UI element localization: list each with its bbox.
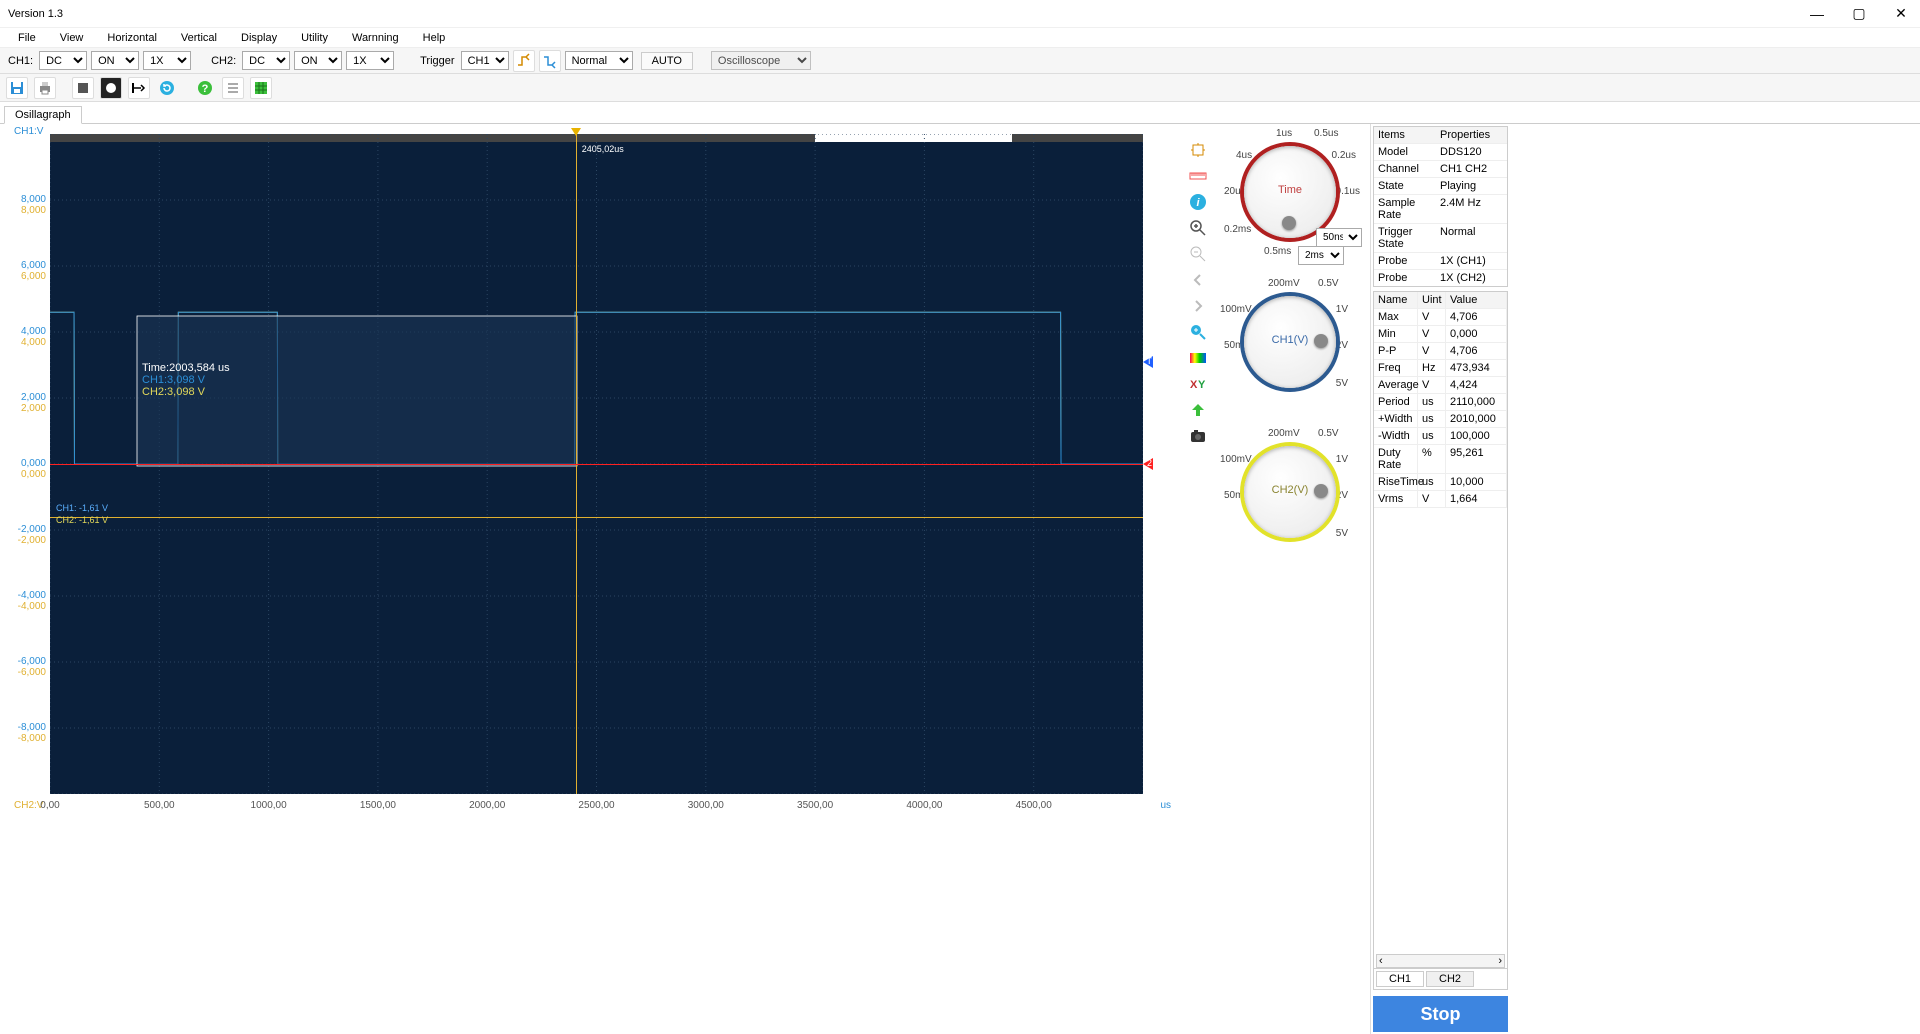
tab-strip: Osillagraph <box>0 102 1920 124</box>
ch2-label: CH2: <box>209 55 238 67</box>
ch2-dial-box: 200mV 0.5V 100mV 1V 50mV 2V 5V CH2(V) <box>1218 428 1362 572</box>
ch1-dial[interactable]: CH1(V) <box>1244 296 1336 388</box>
zoom-in-icon[interactable] <box>1188 218 1208 238</box>
save-icon[interactable] <box>6 77 28 99</box>
menu-display[interactable]: Display <box>229 30 289 46</box>
menu-vertical[interactable]: Vertical <box>169 30 229 46</box>
close-icon[interactable]: ✕ <box>1894 7 1908 21</box>
print-icon[interactable] <box>34 77 56 99</box>
measurements-table: Name Uint Value MaxV4,706MinV0,000P-PV4,… <box>1373 291 1508 990</box>
plot-area[interactable]: Time:2003,584 us CH1:3,098 V CH2:3,098 V… <box>50 134 1143 794</box>
trigger-level-marker[interactable]: 2 <box>50 464 1143 465</box>
svg-text:X: X <box>1190 379 1198 391</box>
menu-warning[interactable]: Warnning <box>340 30 411 46</box>
h-cursor[interactable] <box>50 517 1143 518</box>
ruler-icon[interactable] <box>1188 166 1208 186</box>
stop-button[interactable]: Stop <box>1373 996 1508 1032</box>
time-dial[interactable]: Time <box>1244 146 1336 238</box>
titlebar: Version 1.3 — ▢ ✕ <box>0 0 1920 28</box>
icon-toolbar: ? <box>0 74 1920 102</box>
camera-icon[interactable] <box>1188 426 1208 446</box>
ch1-label: CH1: <box>6 55 35 67</box>
menubar: File View Horizontal Vertical Display Ut… <box>0 28 1920 48</box>
svg-text:?: ? <box>202 83 209 95</box>
properties-table: ItemsProperties ModelDDS120ChannelCH1 CH… <box>1373 126 1508 287</box>
ch2-dial[interactable]: CH2(V) <box>1244 446 1336 538</box>
x-unit: us <box>1160 800 1171 811</box>
maximize-icon[interactable]: ▢ <box>1852 7 1866 21</box>
ch2-enable-select[interactable]: ON <box>294 51 342 70</box>
menu-help[interactable]: Help <box>411 30 458 46</box>
export-icon[interactable] <box>1188 400 1208 420</box>
stop-square-icon[interactable] <box>72 77 94 99</box>
xy-mode-icon[interactable]: XY <box>1188 374 1208 394</box>
meas-hscroll[interactable]: ‹› <box>1376 954 1505 968</box>
menu-horizontal[interactable]: Horizontal <box>95 30 169 46</box>
tab-oscillograph[interactable]: Osillagraph <box>4 106 82 124</box>
zoom-out-icon[interactable] <box>1188 244 1208 264</box>
record-icon[interactable] <box>100 77 122 99</box>
time-dial-box: 1us 0.5us 4us 0.2us 20us 0.1us 0.2ms 0.5… <box>1218 128 1362 272</box>
time-sel2[interactable]: 2ms <box>1298 246 1344 265</box>
device-select[interactable]: Oscilloscope <box>711 51 811 70</box>
trigger-source-select[interactable]: CH1 <box>461 51 509 70</box>
help-icon[interactable]: ? <box>194 77 216 99</box>
trigger-label: Trigger <box>418 55 456 67</box>
dial-panel: 1us 0.5us 4us 0.2us 20us 0.1us 0.2ms 0.5… <box>1210 124 1370 1034</box>
trigger-mode-select[interactable]: Normal <box>565 51 633 70</box>
ch2-axis-label: CH2:V <box>14 800 43 1034</box>
refresh-icon[interactable] <box>156 77 178 99</box>
meas-tab-ch2[interactable]: CH2 <box>1426 971 1474 987</box>
main-area: CH1:V CH2:V 8,000 8,000 6,000 6,000 4,00… <box>0 124 1920 1034</box>
ch1-enable-select[interactable]: ON <box>91 51 139 70</box>
info-icon[interactable]: i <box>1188 192 1208 212</box>
ch2-probe-select[interactable]: 1X <box>346 51 394 70</box>
minimize-icon[interactable]: — <box>1810 7 1824 21</box>
cursor-marker-icon <box>571 128 581 136</box>
time-sel1[interactable]: 50ns <box>1316 228 1362 247</box>
trigger-direction-icon[interactable] <box>128 77 150 99</box>
graph-panel: CH1:V CH2:V 8,000 8,000 6,000 6,000 4,00… <box>0 124 1186 1034</box>
zoom-reset-icon[interactable] <box>1188 322 1208 342</box>
menu-view[interactable]: View <box>48 30 96 46</box>
cursor-tooltip: Time:2003,584 us CH1:3,098 V CH2:3,098 V <box>142 362 230 398</box>
info-panel: ItemsProperties ModelDDS120ChannelCH1 CH… <box>1370 124 1510 1034</box>
trigger-edge-fall-icon[interactable] <box>539 50 561 72</box>
palette-icon[interactable] <box>1188 348 1208 368</box>
side-toolbar: i XY <box>1186 124 1210 1034</box>
ch2-coupling-select[interactable]: DC <box>242 51 290 70</box>
grid-icon[interactable] <box>250 77 272 99</box>
ch1-probe-select[interactable]: 1X <box>143 51 191 70</box>
x-ticks: 0,00 500,00 1000,00 1500,00 2000,00 2500… <box>50 800 1143 816</box>
menu-file[interactable]: File <box>6 30 48 46</box>
y-ticks: 8,000 8,000 6,000 6,000 4,000 4,000 2,00… <box>14 134 48 794</box>
fit-icon[interactable] <box>1188 140 1208 160</box>
list-icon[interactable] <box>222 77 244 99</box>
window-title: Version 1.3 <box>4 8 63 20</box>
ch1-dial-box: 200mV 0.5V 100mV 1V 50mV 2V 5V CH1(V) <box>1218 278 1362 422</box>
back-icon[interactable] <box>1188 270 1208 290</box>
channel-toolbar: CH1: DC ON 1X CH2: DC ON 1X Trigger CH1 … <box>0 48 1920 74</box>
menu-utility[interactable]: Utility <box>289 30 340 46</box>
cursor-readout-ch1: CH1: -1,61 V <box>56 503 108 513</box>
forward-icon[interactable] <box>1188 296 1208 316</box>
ch1-coupling-select[interactable]: DC <box>39 51 87 70</box>
svg-text:Y: Y <box>1198 379 1206 391</box>
trigger-edge-rise-icon[interactable] <box>513 50 535 72</box>
cursor-readout-ch2: CH2: -1,61 V <box>56 515 108 525</box>
auto-button[interactable]: AUTO <box>641 52 693 70</box>
meas-tab-ch1[interactable]: CH1 <box>1376 971 1424 987</box>
